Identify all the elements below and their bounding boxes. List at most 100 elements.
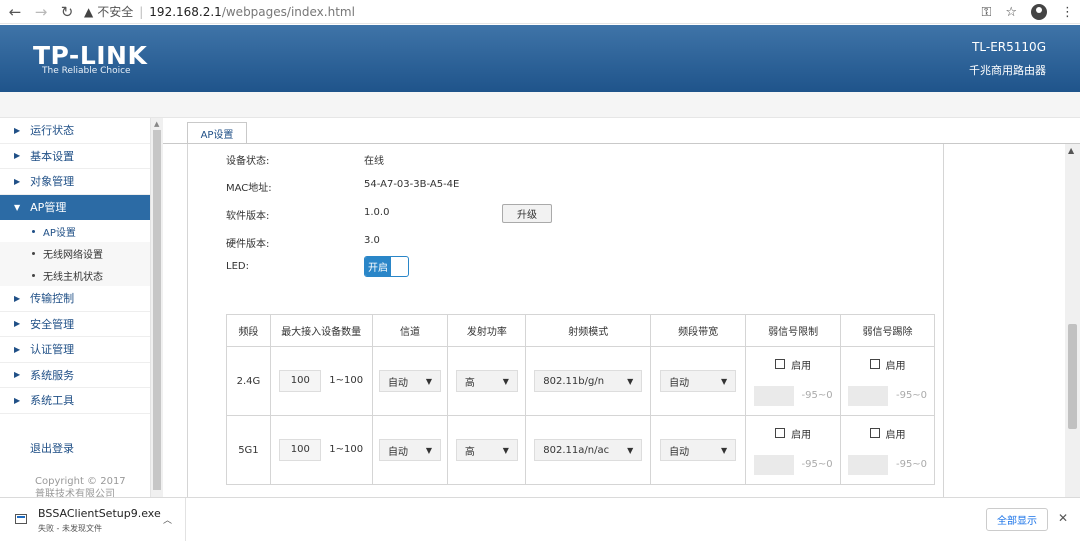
scroll-up-icon[interactable]: ▲ [1068,146,1074,155]
mode-select[interactable]: 802.11a/n/ac ▼ [534,439,643,461]
sidebar-item-authentication[interactable]: ▶ 认证管理 [0,337,150,363]
mode-select-value: 802.11a/n/ac [543,444,610,456]
weak-signal-limit-cell: 启用 -95~0 [745,346,842,416]
sidebar-item-security[interactable]: ▶ 安全管理 [0,312,150,337]
led-toggle-on-label: 开启 [365,257,391,276]
profile-avatar-icon[interactable] [1031,4,1047,20]
show-all-button[interactable]: 全部显示 [986,508,1048,531]
chevron-right-icon: ▶ [14,344,21,354]
bullet-icon [32,273,35,277]
chevron-right-icon: ▶ [14,370,21,380]
max-clients-range: 1~100 [329,444,364,455]
dropdown-arrow-icon: ▼ [721,376,728,386]
mode-select[interactable]: 802.11b/g/n ▼ [534,370,643,392]
tab-ap-settings[interactable]: AP设置 [187,122,247,144]
max-clients-input[interactable]: 100 [279,439,322,461]
file-icon [15,514,27,524]
column-header: 弱信号踢除 [840,314,935,347]
power-select[interactable]: 高 ▼ [455,370,518,392]
weak-signal-limit-input[interactable] [753,385,794,406]
sidebar-subitem-wireless-network[interactable]: 无线网络设置 [0,242,150,264]
reload-icon[interactable]: ↻ [56,1,78,23]
dropdown-arrow-icon: ▼ [627,445,634,455]
led-toggle[interactable]: 开启 [364,256,409,277]
sidebar-item-ap-management[interactable]: ▼ AP管理 [0,194,150,220]
scroll-up-icon[interactable]: ▲ [154,120,159,128]
column-header: 射频模式 [525,314,652,347]
copyright-text: Copyright © 2017 普联技术有限公司 [35,475,126,497]
chevron-up-icon[interactable]: ︿ [163,513,172,526]
table-header-row: 频段 最大接入设备数量 信道 发射功率 射频模式 频段带宽 弱信号限制 弱信号踢… [226,314,935,347]
weak-signal-limit-checkbox[interactable] [775,428,786,438]
browser-toolbar: ← → ↻ ▲ 不安全 | 192.168.2.1/webpages/index… [0,0,1080,24]
chevron-right-icon: ▶ [14,395,21,405]
channel-select[interactable]: 自动 ▼ [378,439,441,461]
bandwidth-select[interactable]: 自动 ▼ [660,370,737,392]
url-path: /webpages/index.html [221,4,355,19]
logout-link[interactable]: 退出登录 [30,440,74,456]
dropdown-arrow-icon: ▼ [502,376,509,386]
weak-signal-limit-checkbox[interactable] [775,359,786,369]
main-scrollbar[interactable]: ▲ [1065,144,1080,497]
sidebar-item-object-management[interactable]: ▶ 对象管理 [0,169,150,195]
upgrade-button[interactable]: 升级 [502,204,552,223]
sidebar-scrollbar[interactable]: ▲ [151,118,163,497]
ap-settings-content: 设备状态: 在线 MAC地址: 54-A7-03-3B-A5-4E 软件版本: … [187,144,944,497]
sidebar-item-basic-settings[interactable]: ▶ 基本设置 [0,144,150,169]
menu-dots-icon[interactable]: ⋮ [1061,5,1074,20]
sidebar-item-label: 对象管理 [30,175,75,189]
sidebar-subitem-label: 无线网络设置 [43,249,103,261]
sidebar-item-system-services[interactable]: ▶ 系统服务 [0,363,150,388]
forward-arrow-icon[interactable]: → [30,1,52,23]
bandwidth-select-value: 自动 [669,377,690,389]
weak-signal-limit-input[interactable] [753,454,794,475]
back-arrow-icon[interactable]: ← [4,1,26,23]
weak-signal-kick-checkbox[interactable] [869,359,880,369]
weak-signal-kick-checkbox[interactable] [869,428,880,438]
chevron-down-icon: ▼ [14,202,21,212]
bandwidth-cell: 自动 ▼ [650,415,747,485]
mode-cell: 802.11b/g/n ▼ [525,346,652,416]
sidebar-subitem-ap-settings[interactable]: AP设置 [0,220,150,242]
channel-cell: 自动 ▼ [371,415,449,485]
sidebar-item-system-tools[interactable]: ▶ 系统工具 [0,388,150,414]
main-panel: AP设置 设备状态: 在线 MAC地址: 54-A7-03-3B-A5-4E 软… [163,118,1080,497]
table-row: 5G1 100 1~100 自动 ▼ 高 ▼ 802.11a/n/ac ▼ 自动 ▼ [226,415,935,485]
device-model-subtitle: 千兆商用路由器 [969,64,1046,77]
sidebar-item-transmission-control[interactable]: ▶ 传输控制 [0,286,150,312]
weak-signal-kick-input[interactable] [847,385,888,406]
software-version-label: 软件版本: [226,211,270,222]
sidebar-item-label: 传输控制 [30,292,75,306]
weak-signal-kick-range: -95~0 [895,390,928,401]
dropdown-arrow-icon: ▼ [425,445,432,455]
scrollbar-thumb[interactable] [153,130,161,490]
header-subbar [0,92,1080,118]
column-header: 发射功率 [447,314,527,347]
channel-cell: 自动 ▼ [371,346,449,416]
copyright-line: 普联技术有限公司 [35,489,115,497]
download-item[interactable]: BSSAClientSetup9.exe 失败 - 未发现文件 ︿ [0,498,186,541]
chevron-right-icon: ▶ [14,125,21,135]
column-header: 弱信号限制 [745,314,842,347]
bandwidth-select[interactable]: 自动 ▼ [660,439,737,461]
weak-signal-kick-input[interactable] [847,454,888,475]
chevron-right-icon: ▶ [14,176,21,186]
power-select[interactable]: 高 ▼ [455,439,518,461]
sidebar-subitem-wireless-hosts[interactable]: 无线主机状态 [0,264,150,286]
chevron-right-icon: ▶ [14,293,21,303]
mac-label: MAC地址: [226,183,272,194]
max-clients-input[interactable]: 100 [279,370,322,392]
scrollbar-thumb[interactable] [1068,324,1077,429]
key-icon[interactable]: ⚿ [981,5,991,20]
sidebar-item-running-status[interactable]: ▶ 运行状态 [0,118,150,144]
copyright-line: Copyright © 2017 [35,476,126,487]
bandwidth-select-value: 自动 [669,446,690,458]
bullet-icon [32,251,35,255]
browser-actions: ⚿ ☆ ⋮ [981,0,1074,24]
weak-signal-limit-range: -95~0 [801,459,833,470]
sidebar-item-label: 安全管理 [30,317,75,331]
address-bar[interactable]: ▲ 不安全 | 192.168.2.1/webpages/index.html [84,3,355,20]
star-icon[interactable]: ☆ [1005,5,1017,20]
close-icon[interactable]: ✕ [1058,511,1068,525]
channel-select[interactable]: 自动 ▼ [378,370,441,392]
